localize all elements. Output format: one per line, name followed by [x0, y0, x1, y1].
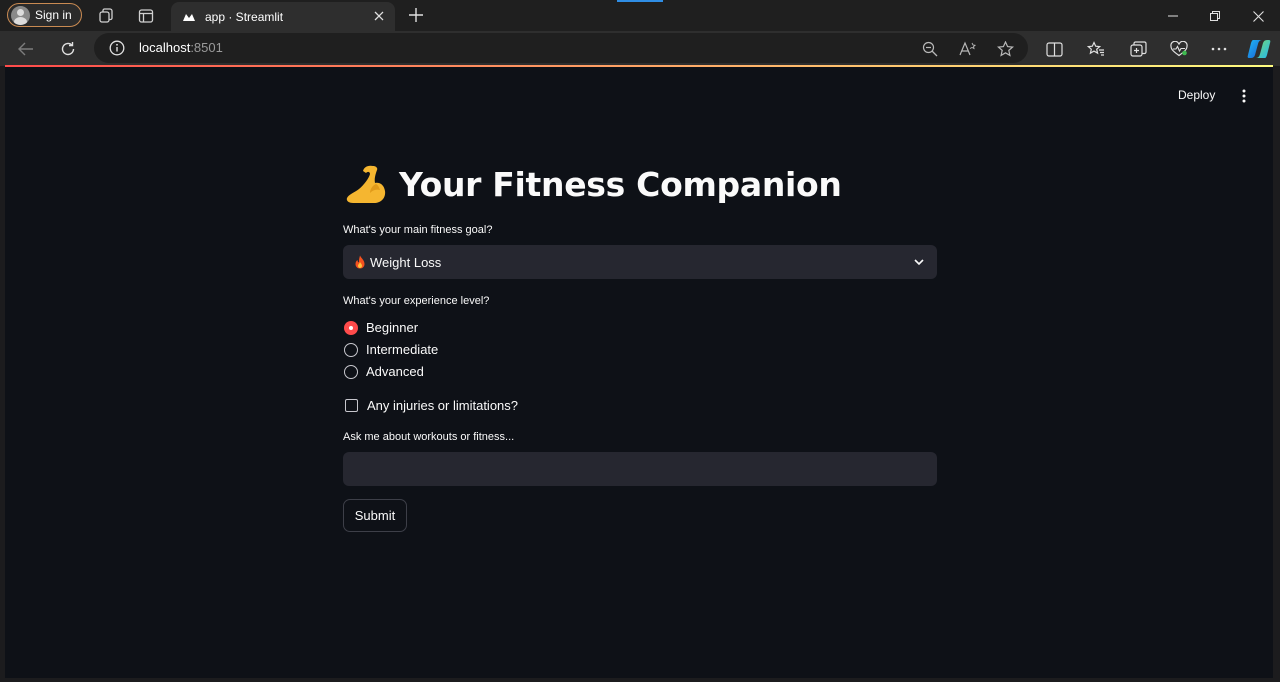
fire-icon	[355, 255, 365, 269]
sign-in-button[interactable]: Sign in	[7, 3, 82, 27]
radio-selected-icon	[344, 320, 358, 335]
radio-intermediate-label: Intermediate	[366, 342, 439, 357]
url-text: localhost:8501	[139, 40, 223, 55]
browser-titlebar: Sign in app · Streamlit	[0, 0, 1280, 31]
radio-intermediate[interactable]: Intermediate	[344, 342, 438, 357]
tab-actions-icon[interactable]	[136, 6, 156, 26]
zoom-out-icon[interactable]	[921, 40, 939, 58]
url-host: localhost	[139, 40, 191, 55]
collections-icon[interactable]	[1129, 40, 1147, 58]
split-screen-icon[interactable]	[1045, 40, 1063, 58]
radio-unselected-icon	[344, 364, 358, 379]
site-info-icon[interactable]	[109, 40, 125, 56]
app-viewport	[5, 67, 1273, 678]
goal-selected-value: Weight Loss	[370, 254, 442, 270]
radio-advanced[interactable]: Advanced	[344, 364, 424, 379]
close-window-icon[interactable]	[1248, 6, 1268, 26]
drag-indicator	[617, 0, 663, 2]
submit-button[interactable]: Submit	[343, 499, 407, 532]
main-menu-icon[interactable]	[1234, 86, 1254, 106]
flexed-biceps-icon	[346, 165, 386, 203]
back-icon[interactable]	[15, 38, 37, 60]
address-bar[interactable]: localhost:8501	[94, 33, 1028, 63]
restore-icon[interactable]	[1205, 6, 1225, 26]
copilot-icon[interactable]	[1247, 37, 1271, 61]
more-options-icon[interactable]	[1210, 40, 1228, 58]
page-title-text: Your Fitness Companion	[399, 164, 842, 204]
deploy-button[interactable]: Deploy	[1178, 88, 1215, 102]
page-title: Your Fitness Companion	[343, 163, 842, 205]
browser-essentials-icon[interactable]	[1170, 40, 1188, 58]
goal-label: What's your main fitness goal?	[343, 224, 493, 236]
question-label: Ask me about workouts or fitness...	[343, 431, 515, 443]
radio-advanced-label: Advanced	[366, 364, 424, 379]
chevron-down-icon	[914, 259, 924, 266]
browser-tab-active[interactable]: app · Streamlit	[171, 2, 395, 31]
profile-avatar-icon	[11, 5, 30, 25]
refresh-icon[interactable]	[57, 38, 79, 60]
streamlit-favicon-icon	[182, 10, 196, 24]
question-input[interactable]	[343, 452, 937, 486]
workspaces-icon[interactable]	[96, 6, 116, 26]
goal-select[interactable]: Weight Loss	[343, 245, 937, 279]
radio-beginner-label: Beginner	[366, 320, 419, 335]
experience-label: What's your experience level?	[343, 295, 490, 307]
minimize-icon[interactable]	[1163, 6, 1183, 26]
favorites-icon[interactable]	[1087, 40, 1105, 58]
radio-beginner[interactable]: Beginner	[344, 320, 418, 335]
favorite-star-icon[interactable]	[996, 40, 1014, 58]
injuries-checkbox-label: Any injuries or limitations?	[367, 398, 519, 413]
sign-in-label: Sign in	[35, 8, 72, 22]
radio-unselected-icon	[344, 342, 358, 357]
injuries-checkbox[interactable]: Any injuries or limitations?	[345, 398, 518, 413]
new-tab-icon[interactable]	[405, 4, 427, 26]
url-port: :8501	[190, 40, 223, 55]
tab-title: app · Streamlit	[205, 9, 284, 24]
read-aloud-icon[interactable]	[959, 40, 977, 58]
close-tab-icon[interactable]	[371, 8, 387, 24]
checkbox-unchecked-icon	[345, 399, 358, 412]
